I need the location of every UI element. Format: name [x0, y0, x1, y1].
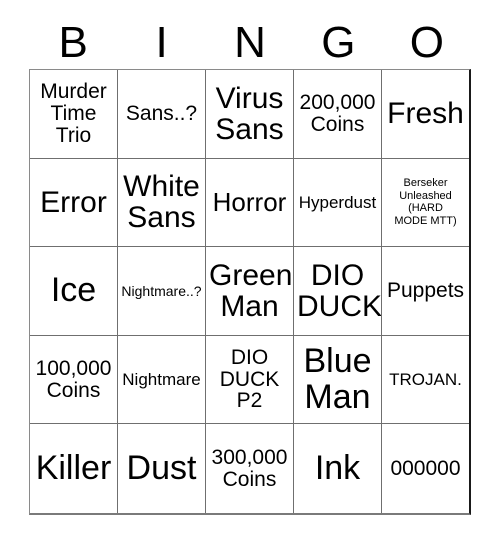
- bingo-cell-label: TROJAN.: [389, 369, 462, 389]
- bingo-cell-label: DIO DUCK: [297, 258, 382, 323]
- bingo-cell[interactable]: Puppets: [382, 247, 469, 336]
- bingo-cell-label: Fresh: [387, 97, 464, 131]
- bingo-cell[interactable]: Nightmare..?: [118, 247, 206, 336]
- bingo-cell[interactable]: 000000: [382, 424, 469, 513]
- bingo-cell-label: Virus Sans: [215, 81, 284, 146]
- bingo-cell[interactable]: TROJAN.: [382, 335, 469, 425]
- bingo-row: 100,000 Coins Nightmare DIO DUCK P2 Blue…: [30, 335, 469, 425]
- bingo-cell[interactable]: Virus Sans: [206, 70, 294, 159]
- bingo-cell[interactable]: Sans..?: [118, 70, 206, 159]
- bingo-cell-label: Blue Man: [303, 342, 372, 416]
- bingo-cell[interactable]: DIO DUCK P2: [206, 335, 294, 425]
- bingo-cell-label: Nightmare: [122, 369, 201, 389]
- bingo-cell-label: DIO DUCK P2: [219, 345, 280, 413]
- bingo-row: Killer Dust 300,000 Coins Ink 000000: [30, 424, 469, 513]
- bingo-cell[interactable]: DIO DUCK: [294, 247, 382, 336]
- header-letter-b: B: [58, 17, 88, 67]
- bingo-cell-label: 000000: [390, 456, 461, 480]
- bingo-cell-label: Horror: [212, 186, 287, 217]
- bingo-cell[interactable]: 100,000 Coins: [30, 335, 118, 425]
- bingo-cell[interactable]: Fresh: [382, 70, 469, 159]
- bingo-cell[interactable]: Blue Man: [294, 335, 382, 425]
- bingo-cell[interactable]: Nightmare: [118, 335, 206, 425]
- bingo-cell[interactable]: Ink: [294, 424, 382, 513]
- bingo-grid: Murder Time Trio Sans..? Virus Sans 200,…: [29, 69, 471, 515]
- bingo-cell-label: Puppets: [386, 279, 465, 303]
- bingo-cell[interactable]: Horror: [206, 158, 294, 248]
- bingo-cell[interactable]: Ice: [30, 247, 118, 336]
- bingo-cell-label: Nightmare..?: [121, 282, 202, 299]
- bingo-cell-label: Killer: [35, 448, 112, 487]
- bingo-cell-label: White Sans: [123, 170, 200, 235]
- bingo-row: Murder Time Trio Sans..? Virus Sans 200,…: [30, 70, 469, 159]
- bingo-header-row: B I N G O: [29, 16, 471, 69]
- bingo-cell-label: Murder Time Trio: [40, 80, 107, 147]
- bingo-cell[interactable]: Error: [30, 158, 118, 248]
- bingo-cell[interactable]: Green Man: [206, 247, 294, 336]
- bingo-row: Ice Nightmare..? Green Man DIO DUCK Pupp…: [30, 247, 469, 336]
- header-letter-o: O: [409, 17, 444, 67]
- bingo-cell-label: 200,000 Coins: [299, 90, 376, 136]
- bingo-cell[interactable]: Berseker Unleashed (HARD MODE MTT): [382, 158, 469, 248]
- header-letter-g: G: [321, 17, 356, 67]
- bingo-cell-label: Green Man: [209, 258, 293, 323]
- bingo-cell-label: 100,000 Coins: [35, 356, 112, 402]
- bingo-cell-label: Error: [40, 185, 107, 219]
- bingo-cell-label: 300,000 Coins: [211, 445, 288, 491]
- bingo-cell[interactable]: Dust: [118, 424, 206, 513]
- bingo-cell[interactable]: Hyperdust: [294, 158, 382, 248]
- bingo-cell-label: Ink: [314, 448, 361, 487]
- bingo-cell[interactable]: 300,000 Coins: [206, 424, 294, 513]
- bingo-cell[interactable]: 200,000 Coins: [294, 70, 382, 159]
- header-letter-n: N: [234, 17, 266, 67]
- bingo-cell[interactable]: White Sans: [118, 158, 206, 248]
- bingo-cell[interactable]: Murder Time Trio: [30, 70, 118, 159]
- bingo-cell-label: Hyperdust: [298, 192, 377, 212]
- bingo-card: B I N G O Murder Time Trio Sans..? Virus…: [0, 0, 500, 544]
- header-letter-i: I: [155, 17, 168, 67]
- bingo-cell[interactable]: Killer: [30, 424, 118, 513]
- bingo-cell-label: Sans..?: [125, 101, 198, 125]
- bingo-cell-label: Berseker Unleashed (HARD MODE MTT): [394, 177, 457, 228]
- bingo-row: Error White Sans Horror Hyperdust Bersek…: [30, 158, 469, 248]
- bingo-cell-label: Ice: [50, 271, 97, 310]
- bingo-cell-label: Dust: [126, 448, 197, 487]
